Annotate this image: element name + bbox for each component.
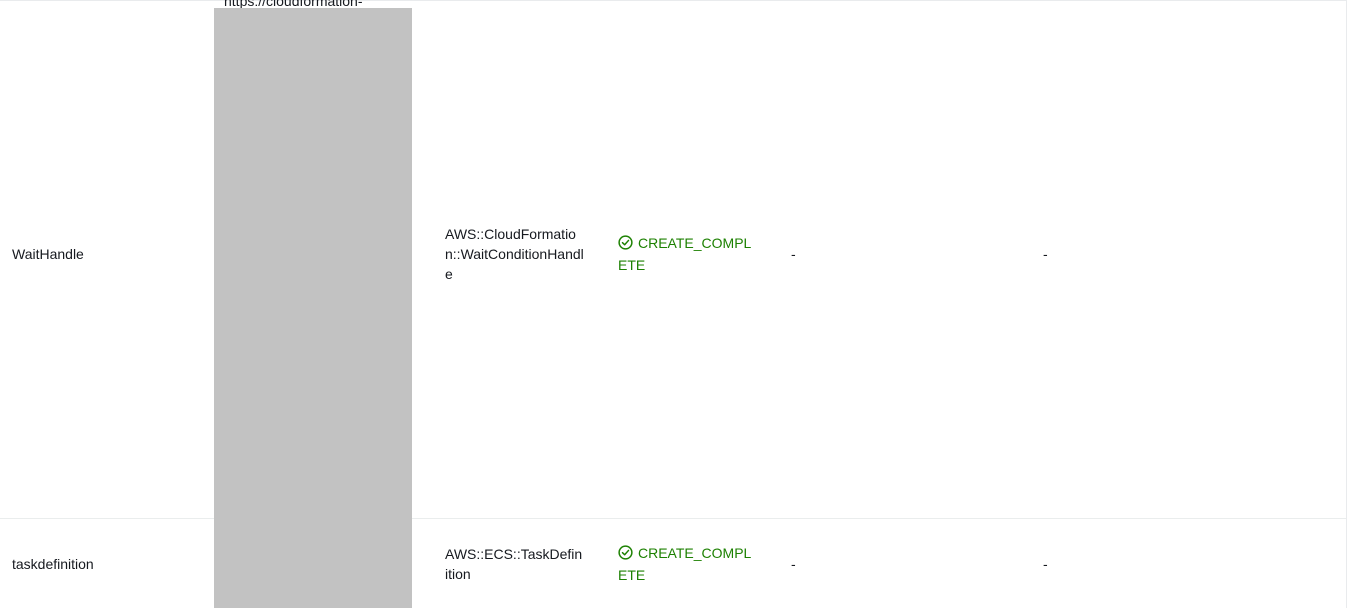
row-divider — [0, 518, 1346, 519]
table-row-status: CREATE_COMPLETE — [618, 542, 758, 586]
table-row-logical-id: WaitHandle — [12, 246, 84, 262]
redacted-physical-id-column — [214, 8, 412, 608]
table-row-status: CREATE_COMPLETE — [618, 232, 758, 276]
table-row-module: - — [1043, 556, 1048, 572]
check-circle-icon — [618, 545, 633, 560]
status-label: CREATE_COMPLETE — [618, 235, 752, 273]
table-right-border — [1346, 0, 1347, 608]
table-row-logical-id: taskdefinition — [12, 556, 94, 572]
check-circle-icon — [618, 235, 633, 250]
table-row-module: - — [1043, 246, 1048, 262]
status-label: CREATE_COMPLETE — [618, 545, 752, 583]
table-top-border — [0, 0, 1346, 1]
table-row-resource-type: AWS::CloudFormation::WaitConditionHandle — [445, 226, 584, 282]
table-row-resource-type: AWS::ECS::TaskDefinition — [445, 546, 583, 582]
table-row-status-reason: - — [791, 556, 796, 572]
table-row-status-reason: - — [791, 246, 796, 262]
resources-table: https://cloudformation- WaitHandle AWS::… — [0, 0, 1351, 608]
